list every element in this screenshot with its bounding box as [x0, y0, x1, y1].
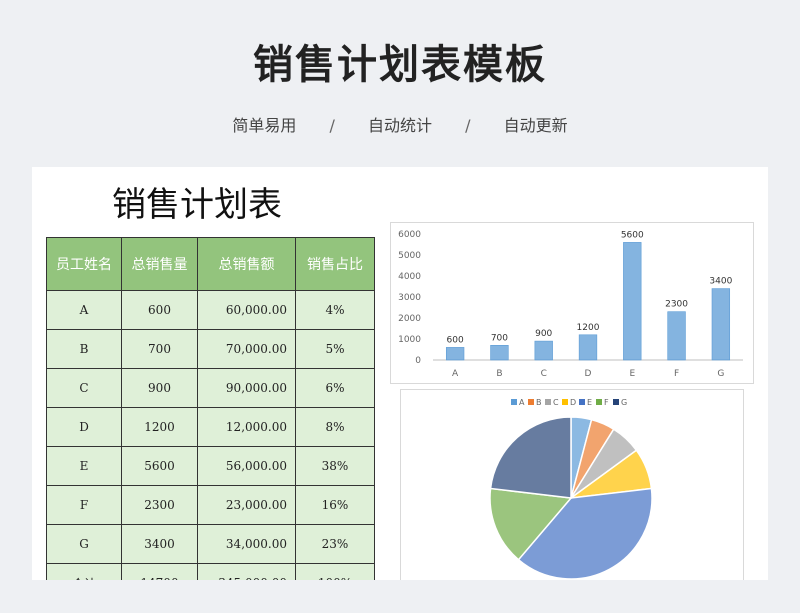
y-tick-label: 6000	[398, 230, 421, 240]
employee-cell: A	[46, 290, 122, 330]
quantity-cell: 14700	[121, 563, 198, 580]
pie-chart: A B C D E F G	[400, 389, 744, 580]
quantity-cell: 3400	[121, 524, 198, 564]
employee-cell: F	[46, 485, 122, 525]
share-cell: 100%	[295, 563, 375, 580]
bar-data-label: 600	[447, 335, 464, 345]
legend-swatch-E	[579, 399, 585, 405]
quantity-cell: 700	[121, 329, 198, 369]
header-quantity: 总销售量	[121, 237, 198, 291]
legend-label: G	[621, 398, 627, 407]
legend-swatch-B	[528, 399, 534, 405]
y-tick-label: 1000	[398, 335, 421, 345]
bar-G	[711, 288, 731, 361]
legend-label: D	[570, 398, 576, 407]
tag-easy: 简单易用	[232, 116, 297, 135]
share-cell: 38%	[295, 446, 375, 486]
tagline: 简单易用 / 自动统计 / 自动更新	[0, 112, 800, 136]
amount-cell: 23,000.00	[197, 485, 296, 525]
table-row: D 1200 12,000.00 8%	[46, 407, 375, 447]
amount-cell: 90,000.00	[197, 368, 296, 408]
amount-cell: 60,000.00	[197, 290, 296, 330]
bar-B	[490, 345, 509, 361]
quantity-cell: 2300	[121, 485, 198, 525]
employee-cell: C	[46, 368, 122, 408]
x-tick-label: C	[541, 369, 547, 379]
share-cell: 5%	[295, 329, 375, 369]
sales-table: 员工姓名 总销售量 总销售额 销售占比 A 600 60,000.00 4% B 700 7…	[46, 237, 375, 580]
y-tick-label: 3000	[398, 293, 421, 303]
x-tick-label: B	[496, 369, 502, 379]
sheet-title: 销售计划表	[112, 185, 282, 225]
table-row: A 600 60,000.00 4%	[46, 290, 375, 330]
quantity-cell: 900	[121, 368, 198, 408]
amount-cell: 34,000.00	[197, 524, 296, 564]
tag-separator: /	[329, 116, 335, 135]
legend-swatch-D	[562, 399, 568, 405]
quantity-cell: 600	[121, 290, 198, 330]
bar-data-label: 900	[535, 329, 552, 339]
legend-label: B	[536, 398, 542, 407]
legend-swatch-C	[545, 399, 551, 405]
employee-cell: D	[46, 407, 122, 447]
header-employee: 员工姓名	[46, 237, 122, 291]
x-tick-label: G	[717, 369, 724, 379]
x-tick-label: A	[452, 369, 459, 379]
pie-slice-G	[489, 416, 572, 499]
x-tick-label: D	[585, 369, 592, 379]
table-row: F 2300 23,000.00 16%	[46, 485, 375, 525]
banner-title: 销售计划表模板	[253, 42, 547, 88]
bar-E	[623, 242, 642, 361]
total-row: 合计14700345,000.00100%	[46, 563, 375, 580]
bar-chart: 0 1000 2000 3000 4000 5000 6000 600 A 700 B 900 C 120…	[390, 222, 754, 384]
employee-cell: G	[46, 524, 122, 564]
share-cell: 16%	[295, 485, 375, 525]
share-cell: 23%	[295, 524, 375, 564]
legend-label: A	[519, 398, 525, 407]
bar-A	[445, 347, 465, 361]
amount-cell: 345,000.00	[197, 563, 296, 580]
quantity-cell: 1200	[121, 407, 198, 447]
bar-C	[534, 340, 553, 361]
table-row: E 5600 56,000.00 38%	[46, 446, 375, 486]
x-tick-label: F	[674, 369, 679, 379]
legend-label: F	[604, 398, 609, 407]
bar-data-label: 1200	[577, 323, 600, 333]
employee-cell: 合计	[46, 563, 122, 580]
y-tick-label: 4000	[398, 272, 421, 282]
legend-swatch-G	[613, 399, 619, 405]
employee-cell: B	[46, 329, 122, 369]
table-row: B 700 70,000.00 5%	[46, 329, 375, 369]
bar-data-label: 5600	[621, 230, 644, 240]
tag-auto-update: 自动更新	[503, 116, 568, 135]
x-tick-label: E	[629, 369, 635, 379]
bar-D	[578, 334, 598, 361]
table-row: C 900 90,000.00 6%	[46, 368, 375, 408]
share-cell: 8%	[295, 407, 375, 447]
y-tick-label: 2000	[398, 314, 421, 324]
legend-swatch-A	[511, 399, 517, 405]
spreadsheet-preview: 销售计划表 员工姓名 总销售量 总销售额 销售占比 A 600 60,000.00 4…	[32, 167, 768, 580]
bar-data-label: 3400	[709, 277, 732, 287]
quantity-cell: 5600	[121, 446, 198, 486]
bar-F	[667, 311, 686, 361]
legend-label: C	[553, 398, 559, 407]
table-row: G 3400 34,000.00 23%	[46, 524, 375, 564]
legend-swatch-F	[596, 399, 602, 405]
tag-separator: /	[465, 116, 471, 135]
share-cell: 6%	[295, 368, 375, 408]
legend-label: E	[587, 398, 592, 407]
bar-data-label: 700	[491, 333, 508, 343]
y-tick-label: 0	[415, 356, 421, 366]
amount-cell: 70,000.00	[197, 329, 296, 369]
header-amount: 总销售额	[197, 237, 296, 291]
employee-cell: E	[46, 446, 122, 486]
y-tick-label: 5000	[398, 251, 421, 261]
amount-cell: 12,000.00	[197, 407, 296, 447]
amount-cell: 56,000.00	[197, 446, 296, 486]
share-cell: 4%	[295, 290, 375, 330]
tag-auto-stats: 自动统计	[367, 116, 432, 135]
bar-data-label: 2300	[665, 300, 688, 310]
header-share: 销售占比	[295, 237, 375, 291]
